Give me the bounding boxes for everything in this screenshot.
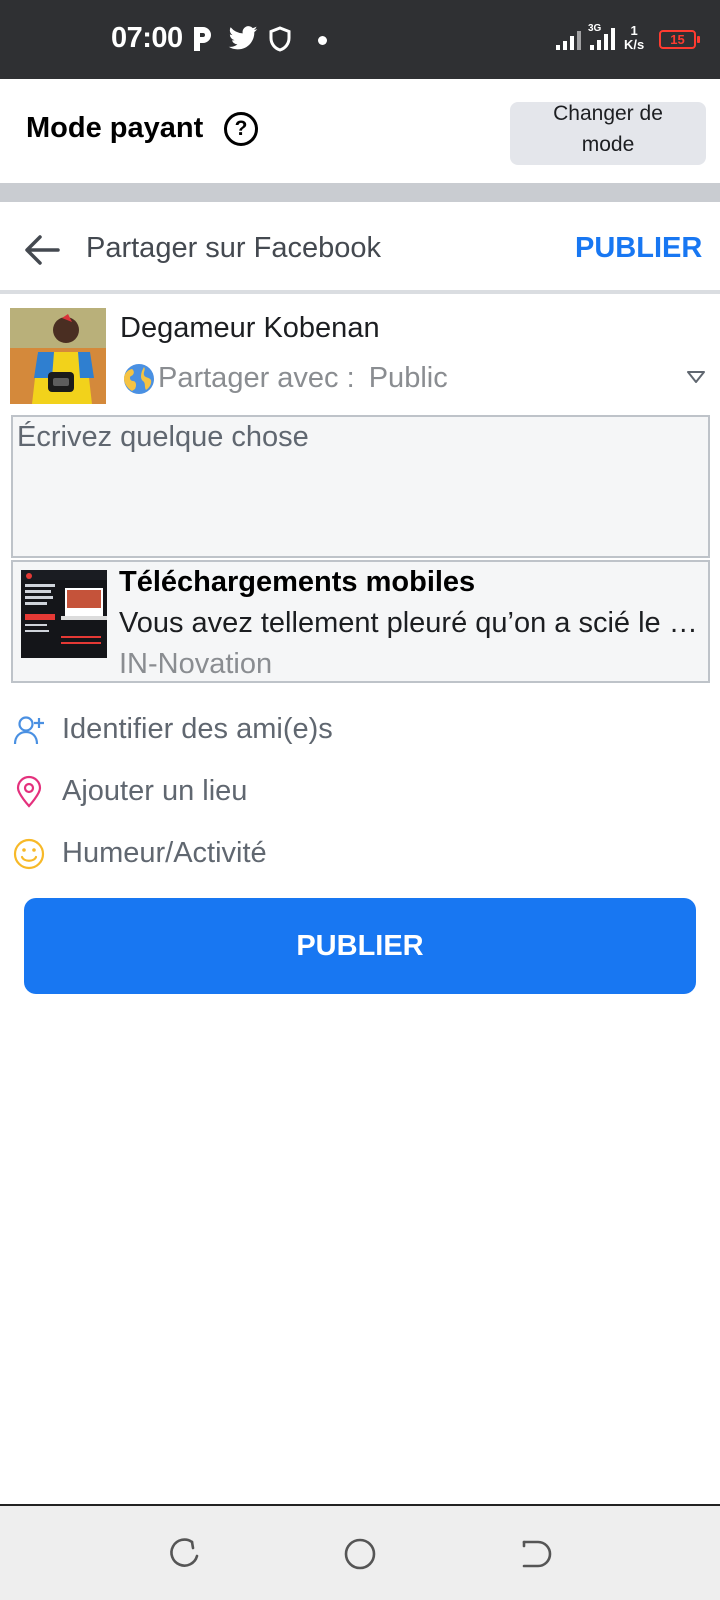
location-pin-icon bbox=[16, 775, 42, 808]
avatar-image bbox=[10, 308, 106, 404]
help-icon[interactable]: ? bbox=[224, 112, 258, 146]
status-time: 07:00 bbox=[111, 22, 183, 54]
feeling-activity-option[interactable]: Humeur/Activité bbox=[0, 825, 720, 881]
change-mode-button[interactable]: Changer de mode bbox=[510, 102, 706, 165]
network-speed-unit: K/s bbox=[624, 37, 645, 52]
back-arrow-icon[interactable] bbox=[22, 230, 62, 270]
add-friend-icon bbox=[13, 716, 44, 745]
smiley-icon bbox=[13, 838, 45, 870]
add-location-option[interactable]: Ajouter un lieu bbox=[0, 763, 720, 819]
network-speed: 1 K/s bbox=[624, 24, 644, 52]
post-composer bbox=[11, 415, 710, 558]
back-icon[interactable] bbox=[518, 1536, 554, 1572]
user-name: Degameur Kobenan bbox=[120, 312, 380, 344]
add-location-label: Ajouter un lieu bbox=[62, 775, 248, 807]
link-thumbnail-image bbox=[21, 570, 107, 658]
twitter-icon bbox=[228, 26, 258, 50]
audience-selector[interactable]: Partager avec : Public bbox=[158, 362, 448, 395]
home-icon[interactable] bbox=[342, 1536, 378, 1572]
p-icon bbox=[194, 27, 211, 51]
post-text-input[interactable] bbox=[13, 417, 708, 556]
section-divider bbox=[0, 183, 720, 202]
share-with-label: Partager avec : bbox=[158, 362, 355, 394]
dropdown-caret-icon[interactable] bbox=[686, 370, 706, 384]
page-title: Partager sur Facebook bbox=[86, 232, 381, 264]
avatar[interactable] bbox=[10, 308, 106, 404]
svg-text:3G: 3G bbox=[588, 23, 602, 34]
signal-icon bbox=[556, 31, 581, 50]
link-thumbnail bbox=[21, 570, 107, 658]
system-nav-bar bbox=[0, 1504, 720, 1600]
signal-3g-icon: 3G bbox=[588, 23, 615, 50]
tag-friends-option[interactable]: Identifier des ami(e)s bbox=[0, 701, 720, 757]
audience-value: Public bbox=[368, 362, 448, 394]
status-bar: 07:00 3G 1 K/s 15 bbox=[0, 0, 720, 79]
feeling-activity-label: Humeur/Activité bbox=[62, 837, 267, 869]
publish-button[interactable]: PUBLIER bbox=[24, 898, 696, 994]
link-source: IN-Novation bbox=[119, 648, 273, 680]
share-header: Partager sur Facebook PUBLIER bbox=[0, 202, 720, 294]
change-mode-label-line2: mode bbox=[581, 132, 635, 156]
mode-title: Mode payant bbox=[26, 112, 204, 144]
shield-icon bbox=[269, 26, 291, 52]
recent-apps-icon[interactable] bbox=[166, 1536, 202, 1572]
link-title: Téléchargements mobiles bbox=[119, 566, 476, 598]
network-speed-value: 1 bbox=[630, 23, 638, 38]
link-preview-card[interactable]: Téléchargements mobiles Vous avez tellem… bbox=[11, 560, 710, 683]
notification-dot bbox=[318, 36, 327, 45]
link-description: Vous avez tellement pleuré qu’on a scié … bbox=[119, 607, 702, 639]
header-publish-button[interactable]: PUBLIER bbox=[575, 232, 702, 265]
tag-friends-label: Identifier des ami(e)s bbox=[62, 713, 333, 745]
battery-indicator: 15 bbox=[659, 30, 700, 49]
globe-icon bbox=[124, 364, 154, 394]
mode-bar: Mode payant ? Changer de mode bbox=[0, 79, 720, 183]
